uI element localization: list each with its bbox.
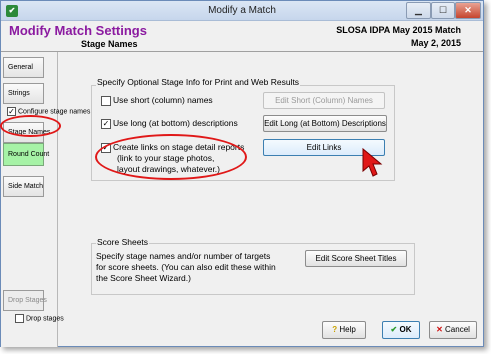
use-long-descriptions-label: Use long (at bottom) descriptions (113, 118, 238, 128)
use-short-names-label: Use short (column) names (113, 95, 213, 105)
cancel-button[interactable]: ✕ Cancel (429, 321, 477, 339)
header-divider (1, 51, 483, 52)
ok-label: OK (399, 325, 412, 334)
close-button[interactable]: ✕ (455, 2, 481, 19)
edit-long-descriptions-button[interactable]: Edit Long (at Bottom) Descriptions (263, 115, 387, 132)
help-label: Help (339, 325, 356, 334)
mouse-cursor-icon (362, 147, 383, 177)
sidebar-item-round-count[interactable]: Round Count (3, 143, 49, 166)
checkbox-unchecked-icon (15, 314, 24, 323)
sidebar-item-general[interactable]: General (3, 57, 44, 78)
page-subtitle: Stage Names (81, 39, 138, 49)
checkbox-checked-icon: ✓ (101, 118, 111, 129)
score-sheets-note-line2: for score sheets. (You can also edit the… (96, 262, 276, 272)
match-date: May 2, 2015 (410, 38, 461, 48)
checkmark-icon: ✔ (390, 325, 398, 334)
sidebar-item-side-match[interactable]: Side Match (3, 176, 44, 197)
minimize-button[interactable]: ▁ (406, 2, 431, 19)
score-sheets-title: Score Sheets (96, 237, 150, 247)
help-button[interactable]: ? Help (322, 321, 366, 339)
edit-score-sheet-titles-button[interactable]: Edit Score Sheet Titles (305, 250, 407, 267)
create-links-highlight-ellipse (95, 134, 247, 180)
score-sheets-note-line1: Specify stage names and/or number of tar… (96, 251, 271, 261)
score-sheets-note-line3: the Score Sheet Wizard.) (96, 273, 191, 283)
cancel-icon: ✕ (436, 325, 443, 334)
help-icon: ? (332, 325, 338, 334)
sidebar: General Strings ✓ Configure stage names S… (1, 52, 90, 347)
title-bar[interactable]: ✔ Modify a Match ▁ ☐ ✕ (1, 1, 483, 21)
checkbox-checked-icon: ✓ (7, 107, 16, 116)
drop-stages-checkbox[interactable]: Drop stages (15, 314, 64, 323)
modify-match-window: ✔ Modify a Match ▁ ☐ ✕ Modify Match Sett… (0, 0, 484, 347)
edit-short-names-button[interactable]: Edit Short (Column) Names (263, 92, 385, 109)
use-long-descriptions-checkbox[interactable]: ✓ Use long (at bottom) descriptions (101, 118, 238, 129)
optional-info-title: Specify Optional Stage Info for Print an… (96, 77, 301, 87)
match-name: SLOSA IDPA May 2015 Match (336, 25, 461, 35)
ok-button[interactable]: ✔ OK (382, 321, 420, 339)
checkbox-unchecked-icon (101, 95, 111, 106)
sidebar-item-strings[interactable]: Strings (3, 83, 44, 104)
maximize-button[interactable]: ☐ (431, 2, 455, 19)
stage-names-highlight-ellipse (0, 115, 61, 137)
sidebar-item-drop-stages[interactable]: Drop Stages (3, 290, 47, 311)
use-short-names-checkbox[interactable]: Use short (column) names (101, 95, 213, 106)
page-title: Modify Match Settings (9, 23, 147, 38)
drop-stages-label: Drop stages (26, 315, 64, 323)
cancel-label: Cancel (445, 325, 470, 334)
